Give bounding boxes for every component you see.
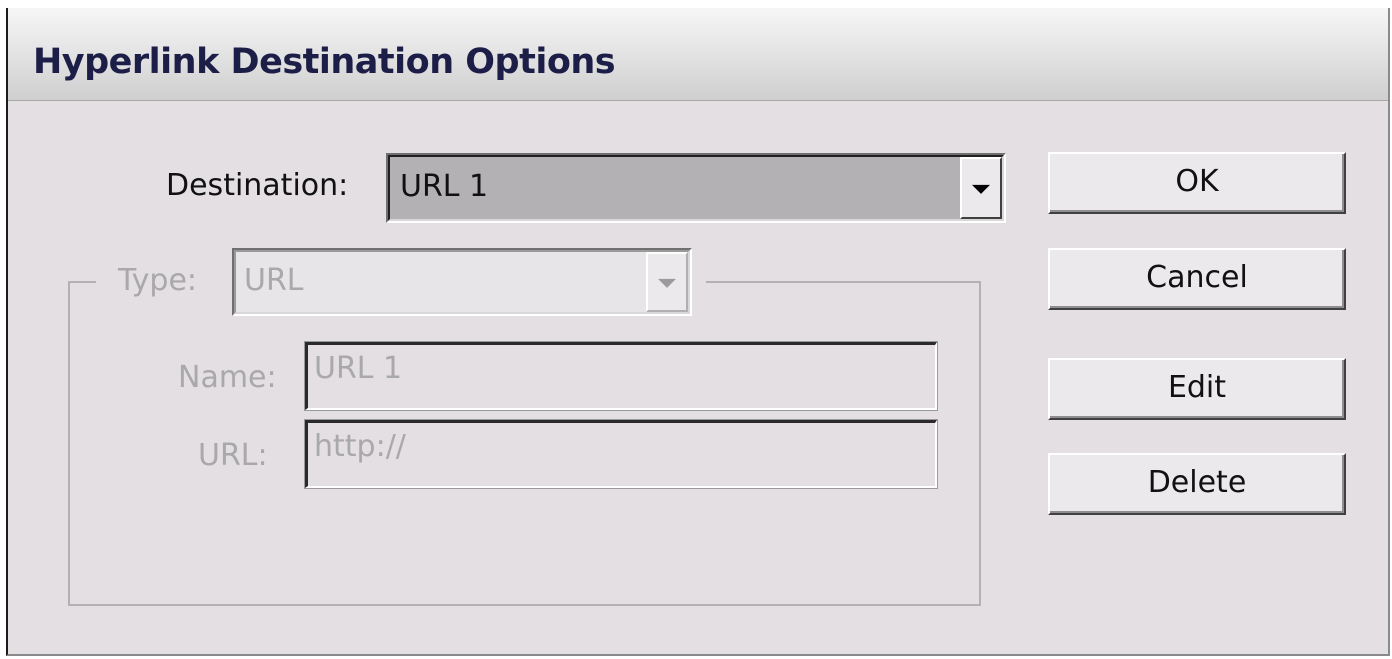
- destination-dropdown[interactable]: URL 1: [386, 153, 1006, 223]
- chevron-down-icon: [972, 184, 990, 194]
- type-label: Type:: [118, 263, 198, 298]
- edit-button[interactable]: Edit: [1048, 358, 1346, 420]
- type-selected-value: URL: [244, 263, 304, 298]
- destination-dropdown-button[interactable]: [960, 157, 1002, 219]
- ok-button[interactable]: OK: [1048, 152, 1346, 214]
- url-label: URL:: [198, 438, 268, 473]
- name-label: Name:: [178, 360, 277, 395]
- dialog-titlebar[interactable]: Hyperlink Destination Options: [8, 8, 1388, 101]
- dialog-title: Hyperlink Destination Options: [33, 42, 616, 82]
- hyperlink-destination-dialog: Hyperlink Destination Options Destinatio…: [6, 8, 1390, 656]
- destination-label: Destination:: [166, 168, 349, 203]
- url-field[interactable]: http://: [304, 419, 938, 489]
- chevron-down-icon: [658, 278, 676, 288]
- url-field-value: http://: [314, 429, 406, 464]
- destination-selected-value: URL 1: [400, 169, 489, 204]
- name-field[interactable]: URL 1: [304, 341, 938, 411]
- type-dropdown[interactable]: URL: [232, 248, 692, 316]
- type-dropdown-button[interactable]: [646, 252, 688, 312]
- name-field-value: URL 1: [314, 351, 403, 386]
- cancel-button[interactable]: Cancel: [1048, 248, 1346, 310]
- delete-button[interactable]: Delete: [1048, 453, 1346, 515]
